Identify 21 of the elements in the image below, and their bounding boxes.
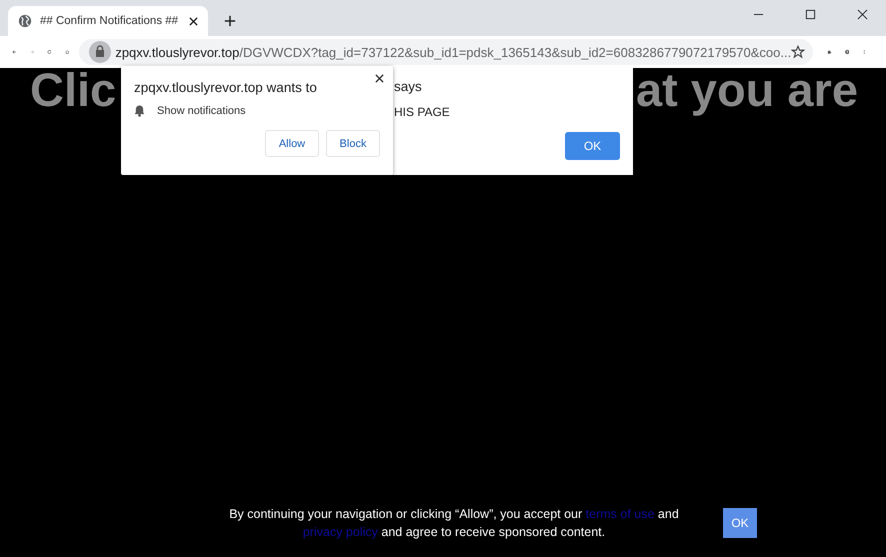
heading-text: Clic [30,68,116,112]
star-icon[interactable] [791,45,806,59]
globe-icon [18,14,32,28]
alert-message: says [394,79,423,94]
close-icon[interactable] [857,9,868,20]
maximize-icon[interactable] [805,9,816,20]
bell-icon [134,104,145,117]
address-bar[interactable]: zpqxv.tlouslyrevor.top/DGVWCDX?tag_id=737122&sub_id1=pdsk_1365143&sub_id2=6083286779072179570&coo... [79,39,814,65]
alert-message: HIS PAGE [394,105,451,119]
ok-button[interactable]: OK [723,508,757,538]
block-button[interactable]: Block [326,130,380,157]
ok-button[interactable]: OK [565,132,620,160]
popup-title: zpqxv.tlouslyrevor.top wants to [134,80,317,95]
browser-tab[interactable]: ## Confirm Notifications ## [8,6,208,36]
consent-notice: By continuing your navigation or clicking “Allow”, you accept our terms of use and privacy policy and agree to receive sponsored content. [228,506,680,541]
allow-button[interactable]: Allow [265,130,319,157]
close-icon[interactable] [189,16,198,26]
close-icon[interactable] [375,74,384,83]
tab-title: ## Confirm Notifications ## [40,15,178,27]
new-tab-icon[interactable] [224,15,236,27]
permission-label: Show notifications [157,104,246,116]
